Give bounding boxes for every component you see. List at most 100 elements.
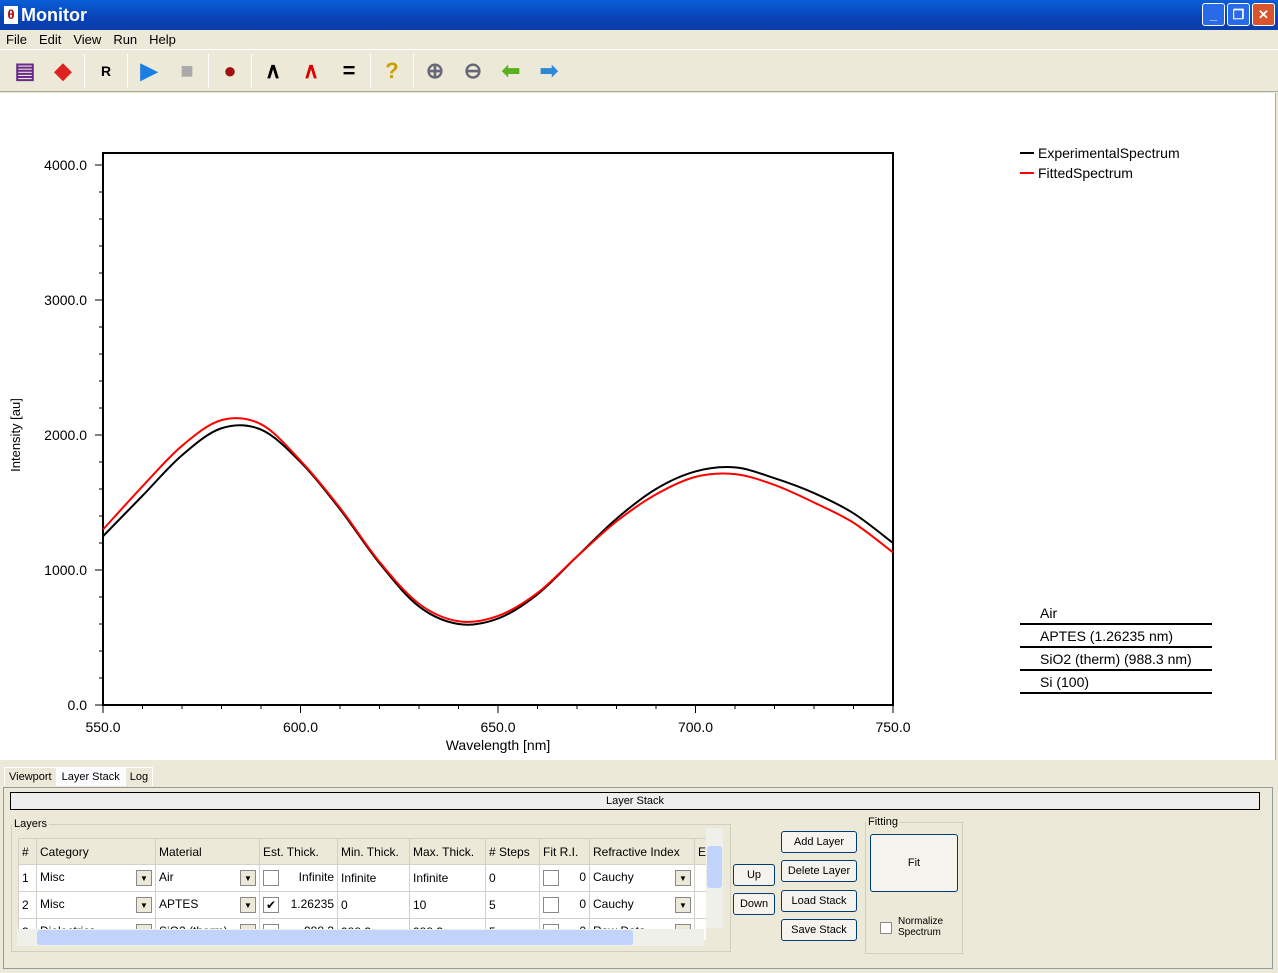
arrow-left-button[interactable]: ⬅ — [492, 53, 530, 89]
up-button[interactable]: Up — [733, 864, 775, 886]
save-stack-button[interactable]: Save Stack — [781, 919, 857, 941]
min-thickness-cell[interactable]: 0 — [337, 891, 410, 919]
layers-button[interactable]: ◆ — [44, 53, 82, 89]
reference-button[interactable]: R — [87, 53, 125, 89]
column-header[interactable]: # — [18, 838, 37, 865]
stack-layer-label: APTES (1.26235 nm) — [1020, 625, 1212, 648]
max-thickness-cell[interactable]: 10 — [409, 891, 486, 919]
tab-viewport[interactable]: Viewport — [4, 767, 57, 786]
record-button[interactable]: ● — [211, 53, 249, 89]
horizontal-scrollbar[interactable] — [17, 929, 704, 946]
play-button[interactable]: ▶ — [130, 53, 168, 89]
material-select[interactable]: APTES ▼ — [155, 891, 260, 919]
normalize-checkbox[interactable] — [880, 922, 892, 934]
help-button[interactable]: ? — [373, 53, 411, 89]
menu-view[interactable]: View — [67, 32, 107, 47]
refractive-index-select[interactable]: Cauchy ▼ — [589, 864, 695, 892]
arrow-right-icon: ➡ — [539, 58, 559, 83]
dropdown-arrow-icon[interactable]: ▼ — [136, 870, 152, 886]
vertical-scrollbar[interactable] — [706, 828, 723, 928]
minimize-button[interactable]: _ — [1202, 3, 1225, 26]
down-button[interactable]: Down — [733, 893, 775, 915]
column-header[interactable]: # Steps — [485, 838, 540, 865]
steps-cell[interactable]: 0 — [485, 864, 540, 892]
reference-icon: R — [100, 63, 112, 79]
layers-label: Layers — [14, 818, 48, 830]
close-button[interactable]: ✕ — [1252, 3, 1275, 26]
fit-ri-cell[interactable]: 0 — [539, 891, 590, 919]
stack-layer-label: Air — [1020, 602, 1212, 625]
menu-run[interactable]: Run — [107, 32, 143, 47]
est-thickness-cell[interactable]: Infinite — [259, 864, 338, 892]
layers-icon: ◆ — [54, 58, 72, 83]
fit-ri-checkbox[interactable] — [543, 897, 559, 913]
app-icon: θ — [4, 6, 18, 24]
menu-help[interactable]: Help — [143, 32, 182, 47]
row-number: 1 — [18, 864, 37, 892]
x-axis-label: Wavelength [nm] — [446, 737, 551, 753]
stop-button[interactable]: ■ — [168, 53, 206, 89]
arrow-left-icon: ⬅ — [501, 58, 521, 83]
toolbar-separator — [84, 54, 85, 88]
window-title: Monitor — [21, 4, 87, 25]
column-header[interactable]: Max. Thick. — [409, 838, 486, 865]
zoom-out-button[interactable]: ⊖ — [454, 53, 492, 89]
refractive-index-select[interactable]: Cauchy ▼ — [589, 891, 695, 919]
min-thickness-cell[interactable]: Infinite — [337, 864, 410, 892]
est-thickness-cell[interactable]: ✔ 1.26235 — [259, 891, 338, 919]
legend-label: FittedSpectrum — [1038, 165, 1133, 181]
menu-edit[interactable]: Edit — [33, 32, 67, 47]
equals-button[interactable]: = — [330, 53, 368, 89]
delete-layer-button[interactable]: Delete Layer — [781, 860, 857, 882]
equals-icon: = — [342, 58, 356, 83]
fit-spectrum-button[interactable]: ∧ — [292, 53, 330, 89]
y-axis-label: Intensity [au] — [8, 398, 23, 472]
fit-button[interactable]: Fit — [870, 834, 958, 892]
column-header[interactable]: Min. Thick. — [337, 838, 410, 865]
y-tick-label: 1000.0 — [44, 562, 87, 578]
fit-ri-checkbox[interactable] — [543, 870, 559, 886]
toolbar-separator — [208, 54, 209, 88]
column-header[interactable]: Fit R.I. — [539, 838, 590, 865]
stop-icon: ■ — [180, 58, 194, 83]
fit-ri-cell[interactable]: 0 — [539, 864, 590, 892]
fit-spectrum-icon: ∧ — [302, 58, 320, 83]
column-header[interactable]: E — [693, 838, 706, 865]
tab-log[interactable]: Log — [124, 767, 154, 786]
fit-thickness-checkbox[interactable]: ✔ — [263, 897, 279, 913]
help-icon: ? — [385, 58, 399, 83]
menu-file[interactable]: File — [0, 32, 33, 47]
x-tick-label: 750.0 — [875, 719, 910, 735]
dropdown-arrow-icon[interactable]: ▼ — [675, 870, 691, 886]
zoom-in-button[interactable]: ⊕ — [416, 53, 454, 89]
category-select[interactable]: Misc ▼ — [36, 864, 156, 892]
toolbar-separator — [251, 54, 252, 88]
dropdown-arrow-icon[interactable]: ▼ — [675, 897, 691, 913]
material-select[interactable]: Air ▼ — [155, 864, 260, 892]
column-header[interactable]: Material — [155, 838, 260, 865]
column-header[interactable]: Est. Thick. — [259, 838, 338, 865]
max-thickness-cell[interactable]: Infinite — [409, 864, 486, 892]
toolbar-separator — [370, 54, 371, 88]
dropdown-arrow-icon[interactable]: ▼ — [240, 870, 256, 886]
column-header[interactable]: Refractive Index — [589, 838, 695, 865]
column-header[interactable]: Category — [36, 838, 156, 865]
tab-layer-stack[interactable]: Layer Stack — [56, 767, 125, 786]
load-stack-button[interactable]: Load Stack — [781, 890, 857, 912]
fit-thickness-checkbox[interactable] — [263, 870, 279, 886]
dropdown-arrow-icon[interactable]: ▼ — [240, 897, 256, 913]
archive-button[interactable]: ▤ — [6, 53, 44, 89]
dropdown-arrow-icon[interactable]: ▼ — [136, 897, 152, 913]
maximize-button[interactable]: ❐ — [1227, 3, 1250, 26]
steps-cell[interactable]: 5 — [485, 891, 540, 919]
legend-label: ExperimentalSpectrum — [1038, 145, 1180, 161]
category-select[interactable]: Misc ▼ — [36, 891, 156, 919]
legend-entry: ExperimentalSpectrum — [1020, 143, 1180, 163]
add-layer-button[interactable]: Add Layer — [781, 831, 857, 853]
legend-entry: FittedSpectrum — [1020, 163, 1180, 183]
arrow-right-button[interactable]: ➡ — [530, 53, 568, 89]
y-tick-label: 4000.0 — [44, 157, 87, 173]
stack-layer-label: Si (100) — [1020, 671, 1212, 694]
play-icon: ▶ — [140, 58, 158, 83]
spectrum-button[interactable]: ∧ — [254, 53, 292, 89]
